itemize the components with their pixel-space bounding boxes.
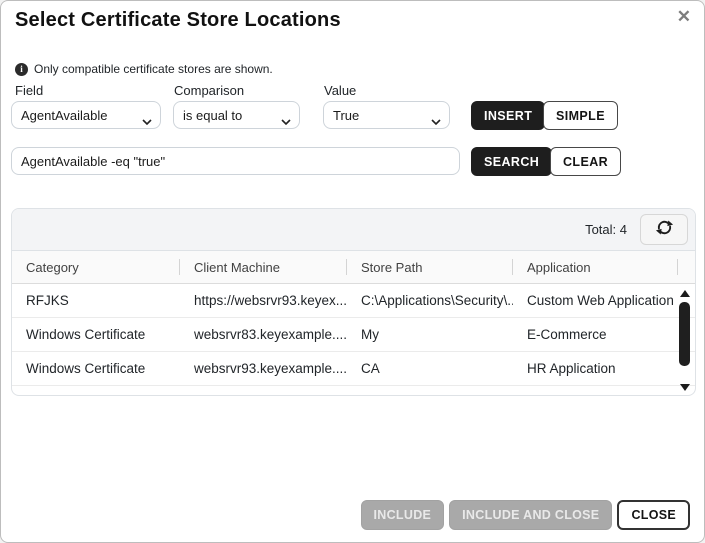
cell-client-machine: websrvr83.keyexample....	[180, 327, 347, 342]
dialog-title: Select Certificate Store Locations	[15, 9, 341, 32]
insert-button[interactable]: INSERT	[471, 101, 545, 130]
cell-client-machine: https://websrvr93.keyex...	[180, 293, 347, 308]
table-scrollbar[interactable]	[679, 288, 690, 391]
value-label: Value	[324, 83, 356, 98]
cell-category: Windows Certificate	[12, 361, 180, 376]
column-header-client-machine[interactable]: Client Machine	[180, 251, 347, 283]
value-select[interactable]: True	[323, 101, 450, 129]
cell-application: Custom Web Application	[513, 293, 678, 308]
query-input[interactable]	[11, 147, 460, 175]
cell-application: HR Application	[513, 361, 678, 376]
comparison-label: Comparison	[174, 83, 244, 98]
refresh-icon	[655, 218, 674, 242]
cell-category: RFJKS	[12, 293, 180, 308]
table-row[interactable]: Windows Certificate websrvr93.keyexample…	[12, 352, 695, 386]
column-header-category[interactable]: Category	[12, 251, 180, 283]
comparison-select-wrapper: is equal to	[173, 101, 300, 129]
include-and-close-button[interactable]: INCLUDE AND CLOSE	[449, 500, 612, 530]
cell-application: E-Commerce	[513, 327, 678, 342]
field-label: Field	[15, 83, 43, 98]
value-select-wrapper: True	[323, 101, 450, 129]
table-header-row: Category Client Machine Store Path Appli…	[12, 251, 695, 284]
table-toolbar: Total: 4	[12, 209, 695, 251]
certificate-store-table-card: Total: 4 Category Client Machine Store P…	[11, 208, 696, 396]
dialog-footer: INCLUDE INCLUDE AND CLOSE CLOSE	[361, 500, 691, 530]
include-button[interactable]: INCLUDE	[361, 500, 445, 530]
refresh-button[interactable]	[640, 214, 688, 245]
total-count: Total: 4	[585, 222, 627, 237]
cell-store-path: C:\Applications\Security\...	[347, 293, 513, 308]
info-note: i Only compatible certificate stores are…	[15, 62, 273, 76]
scroll-down-icon[interactable]	[680, 384, 690, 391]
info-text: Only compatible certificate stores are s…	[34, 62, 273, 76]
comparison-select[interactable]: is equal to	[173, 101, 300, 129]
simple-button[interactable]: SIMPLE	[543, 101, 618, 130]
info-icon: i	[15, 63, 28, 76]
scrollbar-thumb[interactable]	[679, 302, 690, 366]
select-certificate-store-locations-dialog: Select Certificate Store Locations ✕ i O…	[0, 0, 705, 543]
clear-button[interactable]: CLEAR	[550, 147, 621, 176]
column-header-spacer	[678, 251, 695, 283]
column-header-store-path[interactable]: Store Path	[347, 251, 513, 283]
scroll-up-icon[interactable]	[680, 290, 690, 297]
column-header-application[interactable]: Application	[513, 251, 678, 283]
table-row[interactable]: Windows Certificate websrvr83.keyexample…	[12, 318, 695, 352]
cell-client-machine: websrvr93.keyexample....	[180, 361, 347, 376]
table-row[interactable]: RFJKS https://websrvr93.keyex... C:\Appl…	[12, 284, 695, 318]
cell-category: Windows Certificate	[12, 327, 180, 342]
field-select[interactable]: AgentAvailable	[11, 101, 161, 129]
search-button[interactable]: SEARCH	[471, 147, 552, 176]
close-icon[interactable]: ✕	[677, 7, 691, 27]
cell-store-path: My	[347, 327, 513, 342]
close-button[interactable]: CLOSE	[617, 500, 690, 530]
field-select-wrapper: AgentAvailable	[11, 101, 161, 129]
cell-store-path: CA	[347, 361, 513, 376]
